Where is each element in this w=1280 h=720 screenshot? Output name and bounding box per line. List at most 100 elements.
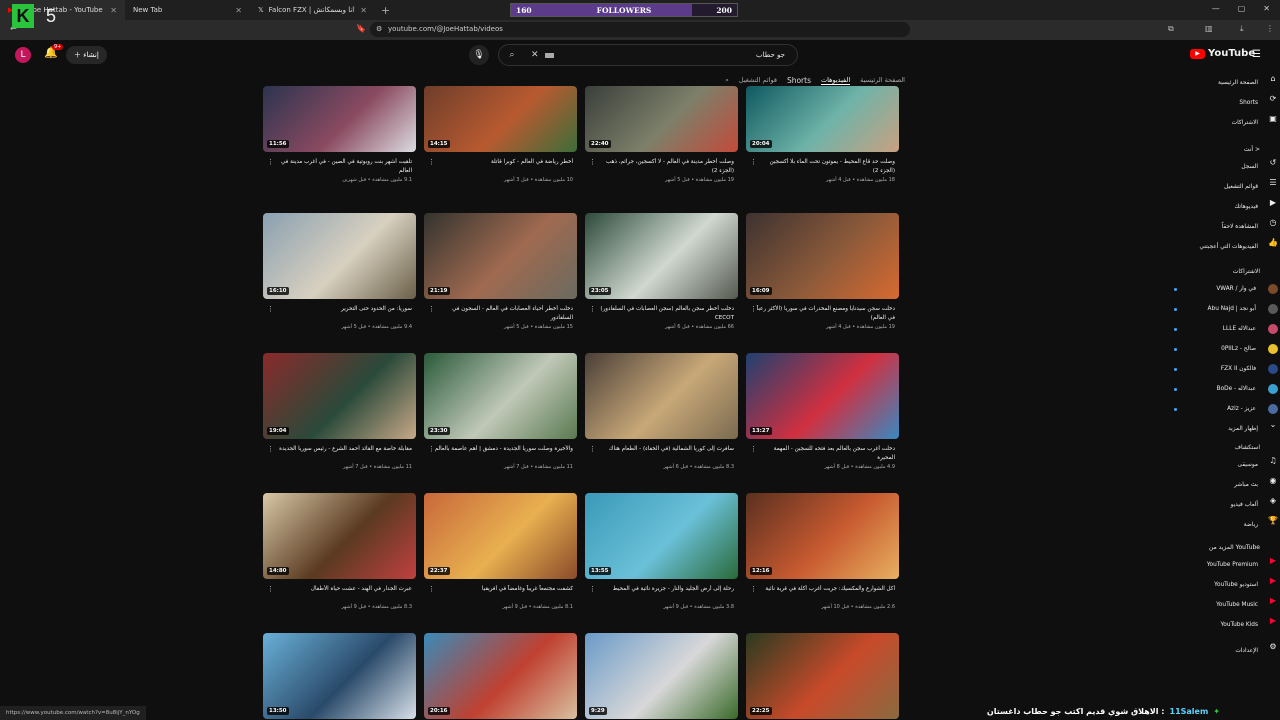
video-thumbnail[interactable]: 22:37 xyxy=(424,493,577,579)
video-thumbnail[interactable]: 14:15 xyxy=(424,86,577,152)
video-title[interactable]: كشفت مجتمعاً غريباً وغامضاً في أفريقيا xyxy=(424,585,577,603)
more-actions-icon[interactable]: ⋮ xyxy=(589,445,596,453)
video-title[interactable]: دخلت أخطر أحياء العصابات في العالم - الس… xyxy=(424,305,577,323)
site-info-icon[interactable]: ⚙ xyxy=(376,22,382,37)
video-card[interactable]: 20:04 وصلت حد قاع المحيط - يموتون تحت الم… xyxy=(746,86,899,183)
tab-shorts[interactable]: Shorts xyxy=(787,76,811,85)
more-actions-icon[interactable]: ⋮ xyxy=(589,158,596,166)
sidebar-you-header[interactable]: أنت > xyxy=(1244,146,1260,153)
video-card[interactable]: 13:27 دخلت أغرب سجن بالعالم بعد فتحه للسج… xyxy=(746,353,899,470)
more-actions-icon[interactable]: ⋮ xyxy=(589,305,596,313)
more-actions-icon[interactable]: ⋮ xyxy=(428,305,435,313)
tab-x[interactable]: 𝕏 Falcon FZX | فالكون: "انا وبسمكاتش" / … xyxy=(250,0,375,20)
minimize-icon[interactable]: — xyxy=(1212,4,1220,13)
video-title[interactable]: رحلة إلى أرض الجليد والنار - جزيرة نائية… xyxy=(585,585,738,603)
account-avatar[interactable]: L xyxy=(15,47,31,63)
more-actions-icon[interactable]: ⋮ xyxy=(267,305,274,313)
sidebar-item-subscription[interactable]: فالكون FZX II xyxy=(1221,360,1256,378)
url-field[interactable]: ⚙ youtube.com/@JoeHattab/videos xyxy=(370,22,910,37)
video-card[interactable]: 13:50 xyxy=(263,633,416,719)
tab-videos[interactable]: الفيديوهات xyxy=(820,76,851,85)
more-actions-icon[interactable]: ⋮ xyxy=(428,585,435,593)
video-thumbnail[interactable]: 23:05 xyxy=(585,213,738,299)
video-thumbnail[interactable]: 9:29 xyxy=(585,633,738,719)
sidebar-item-subscription[interactable]: عزيز - Aziz xyxy=(1227,400,1256,418)
sidebar-item-more[interactable]: YouTube استوديو xyxy=(1214,576,1258,594)
tab-close-icon[interactable]: ✕ xyxy=(110,6,117,15)
video-card[interactable]: 21:19 دخلت أخطر أحياء العصابات في العالم … xyxy=(424,213,577,330)
video-thumbnail[interactable]: 12:16 xyxy=(746,493,899,579)
video-card[interactable]: 22:37 كشفت مجتمعاً غريباً وغامضاً في أفري… xyxy=(424,493,577,610)
sidebar-item-you[interactable]: قوائم التشغيل xyxy=(1224,178,1258,196)
more-actions-icon[interactable]: ⋮ xyxy=(750,585,757,593)
video-card[interactable]: 22:40 وصلت أخطر مدينة في العالم - لا أكسج… xyxy=(585,86,738,183)
video-thumbnail[interactable]: 16:10 xyxy=(263,213,416,299)
sidebar-item-subscription[interactable]: عبدالاله - BoDe xyxy=(1217,380,1256,398)
sidebar-item-subscription[interactable]: صالح - 0PIILz xyxy=(1221,340,1256,358)
more-actions-icon[interactable]: ⋮ xyxy=(750,305,757,313)
video-title[interactable]: وصلت أخطر مدينة في العالم - لا أكسجين، ج… xyxy=(585,158,738,176)
video-card[interactable]: 12:16 أكل الشوارع والمكسيك: جربت أغرب أكل… xyxy=(746,493,899,610)
tab-playlists[interactable]: قوائم التشغيل xyxy=(739,76,777,84)
video-card[interactable]: 22:25 xyxy=(746,633,899,719)
show-more-button[interactable]: إظهار المزيد xyxy=(1228,420,1258,438)
video-card[interactable]: 16:10 سوريا: من الحدود حتى التحرير ⋮ 9.4 مل… xyxy=(263,213,416,330)
extensions-icon[interactable]: ⧉ xyxy=(1168,24,1174,34)
tab-new-tab[interactable]: New Tab ✕ xyxy=(125,0,250,20)
sidebar-item-more[interactable]: YouTube Premium xyxy=(1207,556,1258,574)
video-thumbnail[interactable] xyxy=(585,353,738,439)
video-thumbnail[interactable]: 22:25 xyxy=(746,633,899,719)
sidebar-item-main[interactable]: Shorts xyxy=(1239,94,1258,112)
more-actions-icon[interactable]: ⋮ xyxy=(267,445,274,453)
video-thumbnail[interactable]: 11:56 xyxy=(263,86,416,152)
sidebar-item-subscription[interactable]: عبدالاله LLLE xyxy=(1223,320,1256,338)
video-title[interactable]: سافرت إلى كوريا الشمالية (في الخفاء) - ا… xyxy=(585,445,738,463)
video-card[interactable]: 11:56 تلقيت أشهر بنت روبوتية في الصين - ف… xyxy=(263,86,416,183)
video-title[interactable]: أكل الشوارع والمكسيك: جربت أغرب أكلة في … xyxy=(746,585,899,603)
video-thumbnail[interactable]: 20:16 xyxy=(424,633,577,719)
video-title[interactable]: عبرت الجدار في الهند - عشت حياة الأطفال xyxy=(263,585,416,603)
sidebar-item-subscription[interactable]: في وار / VWAR xyxy=(1216,280,1256,298)
video-title[interactable]: والأخيرة وصلت سوريا الجديدة - دمشق | أهم… xyxy=(424,445,577,463)
sidebar-item-explore[interactable]: ألعاب فيديو xyxy=(1231,496,1258,514)
bookmark-icon[interactable]: 🔖 xyxy=(356,24,366,33)
sidebar-item-settings[interactable]: الإعدادات xyxy=(1235,642,1258,660)
video-card[interactable]: سافرت إلى كوريا الشمالية (في الخفاء) - ا… xyxy=(585,353,738,470)
tab-home[interactable]: الصفحة الرئيسية xyxy=(860,76,905,84)
search-input[interactable]: ⌕ ✕ جو حطاب xyxy=(498,44,798,66)
video-title[interactable]: دخلت أخطر سجن بالعالم (سجن العصابات في ا… xyxy=(585,305,738,323)
channel-search-icon[interactable]: ⌕ xyxy=(725,76,729,85)
video-title[interactable]: دخلت أغرب سجن بالعالم بعد فتحه للسجين - … xyxy=(746,445,899,463)
video-card[interactable]: 23:05 دخلت أخطر سجن بالعالم (سجن العصابات… xyxy=(585,213,738,330)
more-actions-icon[interactable]: ⋮ xyxy=(750,445,757,453)
video-card[interactable]: 16:09 دخلت سجن سيدنايا ومصنع المخدرات في … xyxy=(746,213,899,330)
tab-close-icon[interactable]: ✕ xyxy=(235,6,242,15)
video-thumbnail[interactable]: 13:50 xyxy=(263,633,416,719)
browser-menu-icon[interactable]: ⋮ xyxy=(1266,24,1274,33)
video-thumbnail[interactable]: 13:55 xyxy=(585,493,738,579)
sidebar-item-you[interactable]: المشاهدة لاحقاً xyxy=(1222,218,1258,236)
more-actions-icon[interactable]: ⋮ xyxy=(428,158,435,166)
video-title[interactable]: أخطر رياضة في العالم - كوبرا قاتلة xyxy=(424,158,577,176)
video-thumbnail[interactable]: 19:04 xyxy=(263,353,416,439)
more-actions-icon[interactable]: ⋮ xyxy=(750,158,757,166)
youtube-logo[interactable]: ▶ YouTube xyxy=(1190,48,1255,59)
sidebar-item-you[interactable]: السجل xyxy=(1241,158,1258,176)
video-thumbnail[interactable]: 13:27 xyxy=(746,353,899,439)
video-title[interactable]: تلقيت أشهر بنت روبوتية في الصين - في أغر… xyxy=(263,158,416,176)
video-card[interactable]: 13:55 رحلة إلى أرض الجليد والنار - جزيرة … xyxy=(585,493,738,610)
video-thumbnail[interactable]: 16:09 xyxy=(746,213,899,299)
sidebar-toggle-icon[interactable]: ▥ xyxy=(1205,24,1213,33)
sidebar-item-explore[interactable]: بث مباشر xyxy=(1234,476,1258,494)
video-title[interactable]: دخلت سجن سيدنايا ومصنع المخدرات في سوريا… xyxy=(746,305,899,323)
maximize-icon[interactable]: ▢ xyxy=(1238,4,1246,13)
sidebar-item-more[interactable]: YouTube Music xyxy=(1216,596,1258,614)
clear-search-icon[interactable]: ✕ xyxy=(531,45,539,65)
video-thumbnail[interactable]: 20:04 xyxy=(746,86,899,152)
hamburger-menu-icon[interactable]: ☰ xyxy=(1252,49,1261,60)
video-card[interactable]: 23:30 والأخيرة وصلت سوريا الجديدة - دمشق … xyxy=(424,353,577,470)
video-thumbnail[interactable]: 21:19 xyxy=(424,213,577,299)
sidebar-item-main[interactable]: الاشتراكات xyxy=(1232,114,1258,132)
more-actions-icon[interactable]: ⋮ xyxy=(428,445,435,453)
keyboard-icon[interactable] xyxy=(545,53,554,58)
